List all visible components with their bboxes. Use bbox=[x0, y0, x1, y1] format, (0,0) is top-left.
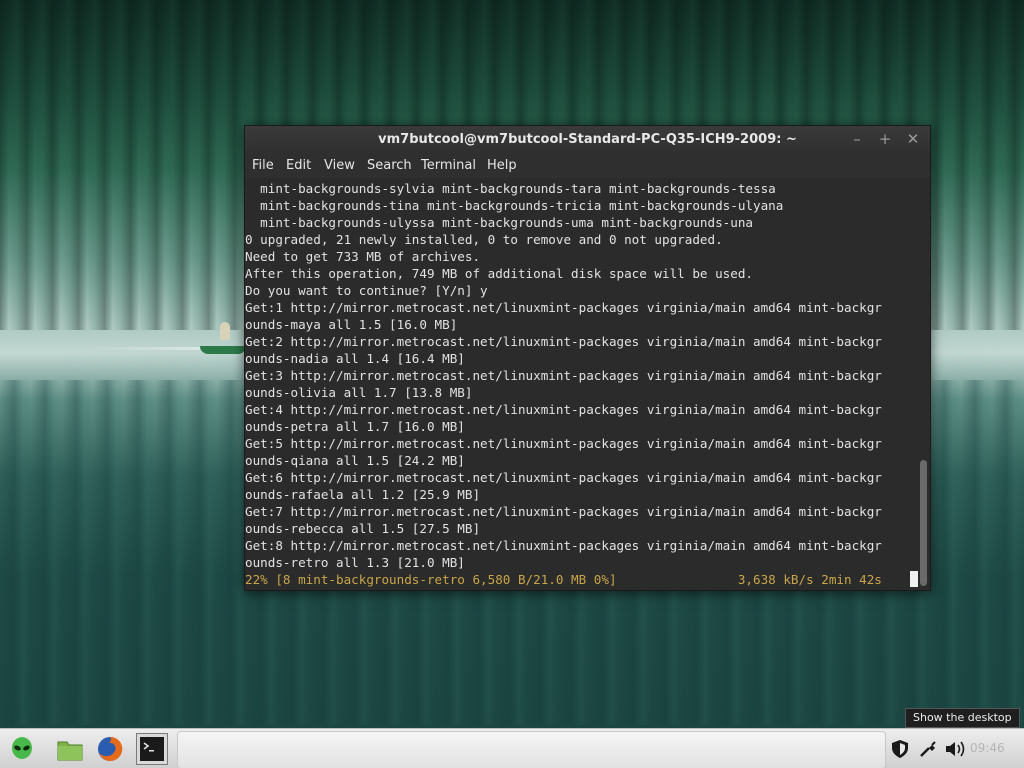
show-desktop-tooltip: Show the desktop bbox=[905, 708, 1020, 728]
wallpaper-boat-person bbox=[220, 322, 230, 340]
terminal-line: ounds-qiana all 1.5 [24.2 MB] bbox=[245, 453, 465, 468]
terminal-window[interactable]: vm7butcool@vm7butcool-Standard-PC-Q35-IC… bbox=[244, 125, 931, 591]
menu-view[interactable]: View bbox=[324, 158, 355, 173]
scrollbar-thumb[interactable] bbox=[920, 460, 927, 586]
terminal-line: ounds-nadia all 1.4 [16.4 MB] bbox=[245, 351, 465, 366]
terminal-line: mint-backgrounds-tina mint-backgrounds-t… bbox=[245, 198, 784, 213]
wallpaper-boat-hull bbox=[200, 346, 246, 354]
taskbar-window-list[interactable] bbox=[177, 731, 886, 768]
terminal-line: ounds-rafaela all 1.2 [25.9 MB] bbox=[245, 487, 481, 502]
terminal-line: mint-backgrounds-sylvia mint-backgrounds… bbox=[245, 181, 776, 196]
terminal-line: Get:6 http://mirror.metrocast.net/linuxm… bbox=[245, 470, 882, 485]
taskbar: 09:46 bbox=[0, 728, 1024, 768]
system-tray: 09:46 bbox=[886, 729, 1024, 768]
terminal-line: Get:7 http://mirror.metrocast.net/linuxm… bbox=[245, 504, 882, 519]
menubar: File Edit View Search Terminal Help bbox=[245, 154, 930, 178]
terminal-line: Get:2 http://mirror.metrocast.net/linuxm… bbox=[245, 334, 882, 349]
menu-icon[interactable] bbox=[8, 735, 36, 763]
firefox-icon[interactable] bbox=[96, 735, 124, 763]
network-icon[interactable] bbox=[918, 739, 938, 759]
menu-terminal[interactable]: Terminal bbox=[421, 158, 476, 173]
menu-edit[interactable]: Edit bbox=[286, 158, 311, 173]
terminal-line: Do you want to continue? [Y/n] y bbox=[245, 283, 488, 298]
terminal-output[interactable]: mint-backgrounds-sylvia mint-backgrounds… bbox=[245, 178, 917, 589]
files-icon[interactable] bbox=[56, 735, 84, 763]
terminal-line: Get:1 http://mirror.metrocast.net/linuxm… bbox=[245, 300, 882, 315]
window-titlebar[interactable]: vm7butcool@vm7butcool-Standard-PC-Q35-IC… bbox=[245, 126, 930, 154]
terminal-line: Get:8 http://mirror.metrocast.net/linuxm… bbox=[245, 538, 882, 553]
volume-icon[interactable] bbox=[944, 739, 966, 759]
menu-file[interactable]: File bbox=[252, 158, 274, 173]
window-title: vm7butcool@vm7butcool-Standard-PC-Q35-IC… bbox=[378, 132, 797, 147]
terminal-line: Get:5 http://mirror.metrocast.net/linuxm… bbox=[245, 436, 882, 451]
terminal-line: Get:4 http://mirror.metrocast.net/linuxm… bbox=[245, 402, 882, 417]
menu-search[interactable]: Search bbox=[367, 158, 412, 173]
menu-help[interactable]: Help bbox=[487, 158, 517, 173]
terminal-line: 0 upgraded, 21 newly installed, 0 to rem… bbox=[245, 232, 723, 247]
wallpaper-boat bbox=[200, 322, 246, 354]
terminal-scrollbar[interactable] bbox=[917, 178, 930, 589]
terminal-line: ounds-petra all 1.7 [16.0 MB] bbox=[245, 419, 465, 434]
terminal-line: Get:3 http://mirror.metrocast.net/linuxm… bbox=[245, 368, 882, 383]
maximize-button[interactable]: + bbox=[876, 130, 894, 148]
minimize-button[interactable]: – bbox=[848, 130, 866, 148]
terminal-line: Need to get 733 MB of archives. bbox=[245, 249, 481, 264]
shield-icon[interactable] bbox=[890, 739, 910, 759]
terminal-line: ounds-rebecca all 1.5 [27.5 MB] bbox=[245, 521, 481, 536]
close-button[interactable]: ✕ bbox=[904, 130, 922, 148]
download-progress-line: 22% [8 mint-backgrounds-retro 6,580 B/21… bbox=[245, 572, 882, 587]
terminal-line: ounds-retro all 1.3 [21.0 MB] bbox=[245, 555, 465, 570]
terminal-line: After this operation, 749 MB of addition… bbox=[245, 266, 753, 281]
terminal-icon[interactable] bbox=[136, 733, 168, 765]
terminal-line: ounds-olivia all 1.7 [13.8 MB] bbox=[245, 385, 473, 400]
clock[interactable]: 09:46 bbox=[970, 741, 1005, 755]
taskbar-launchers bbox=[0, 729, 175, 768]
terminal-line: ounds-maya all 1.5 [16.0 MB] bbox=[245, 317, 458, 332]
wallpaper-boat-wake bbox=[90, 347, 200, 350]
terminal-cursor bbox=[910, 571, 918, 587]
terminal-line: mint-backgrounds-ulyssa mint-backgrounds… bbox=[245, 215, 753, 230]
